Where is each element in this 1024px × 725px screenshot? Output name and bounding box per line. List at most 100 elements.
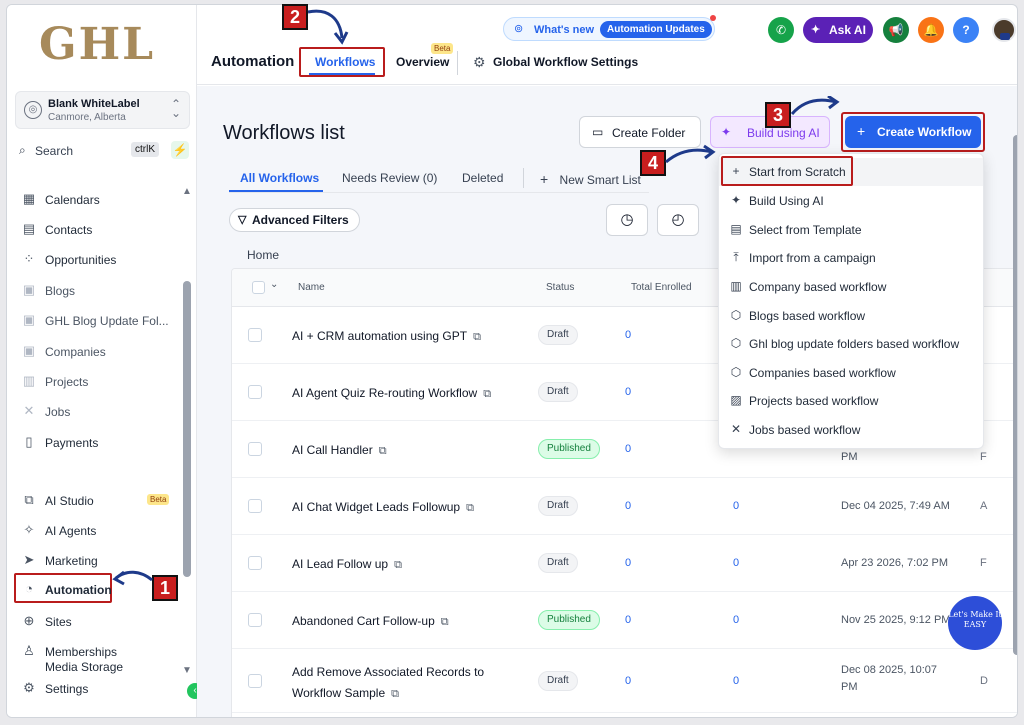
menu-item-build-using-ai[interactable]: ✦ Build Using AI	[719, 187, 983, 215]
table-row[interactable]: Add Remove Associated Records to Workflo…	[232, 649, 1017, 713]
bell-icon[interactable]: 🔔	[918, 17, 944, 43]
menu-item-import-from-campaign[interactable]: ⤒ Import from a campaign	[719, 244, 983, 272]
workflow-name-link[interactable]: AI Chat Widget Leads Followup ⧉	[292, 500, 474, 515]
sidebar-item-payments[interactable]: ▯ Payments	[19, 429, 179, 455]
tab-all-workflows[interactable]: All Workflows	[240, 171, 319, 185]
tab-overview[interactable]: Overview	[396, 55, 449, 69]
row-checkbox[interactable]	[248, 385, 262, 399]
external-link-icon[interactable]: ⧉	[394, 559, 402, 571]
quick-action-bolt-icon[interactable]: ⚡	[171, 141, 189, 159]
tab-global-workflow-settings[interactable]: Global Workflow Settings	[493, 55, 638, 69]
external-link-icon[interactable]: ⧉	[379, 445, 387, 457]
status-badge: Draft	[538, 553, 578, 573]
sidebar-item-projects[interactable]: ▥ Projects	[19, 368, 179, 394]
enrolled-count[interactable]: 0	[625, 614, 631, 626]
megaphone-icon[interactable]: 📢	[883, 17, 909, 43]
sidebar-item-opportunities[interactable]: ⁘ Opportunities	[19, 246, 179, 272]
enrolled-count[interactable]: 0	[625, 443, 631, 455]
account-switcher[interactable]: ◎ Blank WhiteLabel Canmore, Alberta ⌃ ⌄	[15, 91, 190, 129]
row-checkbox[interactable]	[248, 442, 262, 456]
sidebar-item-memberships[interactable]: ♙ Memberships	[19, 638, 179, 664]
tab-deleted[interactable]: Deleted	[462, 171, 503, 185]
breadcrumb[interactable]: Home	[247, 248, 279, 262]
sidebar-item-media-storage[interactable]: Media Storage	[19, 662, 179, 674]
search-button[interactable]: ⌕ Search ctrlK	[15, 139, 165, 163]
automation-updates-pill[interactable]: Automation Updates	[600, 21, 712, 38]
phone-icon[interactable]: ✆	[768, 17, 794, 43]
row-checkbox[interactable]	[248, 499, 262, 513]
enrolled-count[interactable]: 0	[625, 386, 631, 398]
menu-item-companies-based-workflow[interactable]: ⬡ Companies based workflow	[719, 359, 983, 387]
sidebar-item-ghl-blog-update[interactable]: ▣ GHL Blog Update Fol...	[19, 307, 179, 333]
enrolled-count[interactable]: 0	[625, 329, 631, 341]
contacts-icon: ▤	[22, 221, 36, 236]
active-count[interactable]: 0	[733, 557, 739, 569]
workflow-name-link[interactable]: AI Call Handler ⧉	[292, 443, 387, 458]
enrolled-count[interactable]: 0	[625, 557, 631, 569]
sidebar-item-automation[interactable]: ◔ Automation	[14, 573, 112, 603]
menu-item-company-based-workflow[interactable]: ▥ Company based workflow	[719, 273, 983, 301]
help-icon[interactable]: ?	[953, 17, 979, 43]
advanced-filters-button[interactable]: ▽ Advanced Filters	[229, 208, 360, 232]
external-link-icon[interactable]: ⧉	[483, 388, 491, 400]
ask-ai-button[interactable]: ✦ Ask AI	[803, 17, 873, 43]
row-checkbox[interactable]	[248, 613, 262, 627]
workflow-name-link[interactable]: Add Remove Associated Records to Workflo…	[292, 662, 512, 705]
sidebar-item-marketing[interactable]: ➤ Marketing	[19, 547, 179, 573]
sidebar-scrollbar[interactable]	[183, 281, 191, 577]
row-checkbox[interactable]	[248, 328, 262, 342]
menu-item-select-from-template[interactable]: ▤ Select from Template	[719, 216, 983, 244]
sidebar-item-ai-studio[interactable]: ⧉ AI Studio Beta	[19, 487, 179, 513]
tab-needs-review[interactable]: Needs Review (0)	[342, 171, 437, 185]
menu-item-jobs-based-workflow[interactable]: ✕ Jobs based workflow	[719, 416, 983, 444]
main-scrollbar[interactable]	[1013, 135, 1017, 655]
menu-item-projects-based-workflow[interactable]: ▨ Projects based workflow	[719, 387, 983, 415]
sidebar-item-ai-agents[interactable]: ✧ AI Agents	[19, 517, 179, 543]
upload-icon: ⤒	[733, 250, 739, 264]
scroll-down-arrow-icon[interactable]: ▼	[182, 665, 192, 676]
table-row[interactable]: AI Lead Follow up ⧉ Draft 0 0 Apr 23 2026…	[232, 535, 1017, 592]
external-link-icon[interactable]: ⧉	[391, 688, 399, 700]
menu-item-ghl-blog-update-folders-workflow[interactable]: ⬡ Ghl blog update folders based workflow	[719, 330, 983, 358]
workflow-name-link[interactable]: AI + CRM automation using GPT ⧉	[292, 329, 481, 344]
create-workflow-button[interactable]: + Create Workflow	[845, 116, 981, 148]
new-smart-list-button[interactable]: + New Smart List	[540, 171, 641, 187]
scroll-up-arrow-icon[interactable]: ▲	[182, 186, 192, 197]
whats-new-button[interactable]: ⊚ What's new Automation Updates	[503, 15, 716, 41]
external-link-icon[interactable]: ⧉	[473, 331, 481, 343]
sidebar-item-contacts[interactable]: ▤ Contacts	[19, 216, 179, 242]
menu-item-label: Projects based workflow	[749, 394, 879, 408]
user-avatar[interactable]	[992, 18, 1016, 42]
workflow-name-link[interactable]: Abandoned Cart Follow-up ⧉	[292, 614, 449, 629]
sidebar-item-companies[interactable]: ▣ Companies	[19, 338, 179, 364]
enrolled-count[interactable]: 0	[625, 500, 631, 512]
select-all-checkbox[interactable]	[252, 281, 265, 294]
sidebar-item-calendars[interactable]: ▦ Calendars	[19, 186, 179, 212]
row-checkbox[interactable]	[248, 556, 262, 570]
table-row[interactable]: AI Chat Widget Leads Followup ⧉ Draft 0 0…	[232, 478, 1017, 535]
table-row[interactable]: Abandoned Cart Follow-up ⧉ Published 0 0 …	[232, 592, 1017, 649]
column-total-enrolled[interactable]: Total Enrolled	[631, 282, 692, 293]
sidebar-item-jobs[interactable]: ✕ Jobs	[19, 398, 179, 424]
chevron-down-icon[interactable]: ⌄	[270, 279, 278, 290]
active-count[interactable]: 0	[733, 614, 739, 626]
extra-column-value: F	[980, 451, 987, 463]
menu-item-blogs-based-workflow[interactable]: ⬡ Blogs based workflow	[719, 302, 983, 330]
column-name[interactable]: Name	[298, 282, 325, 293]
sidebar-item-sites[interactable]: ⊕ Sites	[19, 608, 179, 634]
row-checkbox[interactable]	[248, 674, 262, 688]
sidebar-item-settings[interactable]: ⚙ Settings	[19, 675, 179, 701]
brand-logo[interactable]: GHL	[39, 19, 155, 70]
clock-icon[interactable]: ◴	[657, 204, 699, 236]
active-count[interactable]: 0	[733, 675, 739, 687]
workflow-name-link[interactable]: AI Lead Follow up ⧉	[292, 557, 402, 572]
external-link-icon[interactable]: ⧉	[466, 502, 474, 514]
active-count[interactable]: 0	[733, 500, 739, 512]
tab-workflows[interactable]: Workflows	[299, 47, 385, 77]
workflow-name-link[interactable]: AI Agent Quiz Re-routing Workflow ⧉	[292, 386, 491, 401]
external-link-icon[interactable]: ⧉	[441, 616, 449, 628]
history-icon[interactable]: ◷	[606, 204, 648, 236]
sidebar-item-blogs[interactable]: ▣ Blogs	[19, 277, 179, 303]
enrolled-count[interactable]: 0	[625, 675, 631, 687]
column-status[interactable]: Status	[546, 282, 574, 293]
